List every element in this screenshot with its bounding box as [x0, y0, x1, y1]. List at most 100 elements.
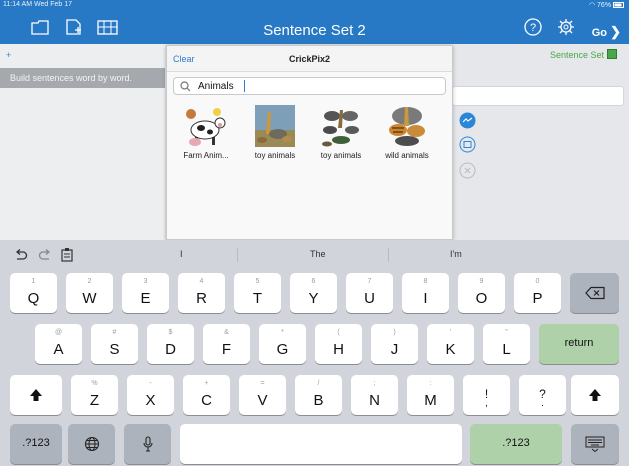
numbers-label: .?123: [22, 437, 50, 449]
key-secondary: 5: [255, 278, 260, 285]
key-g[interactable]: * G: [259, 324, 306, 364]
image-library-icon[interactable]: [459, 136, 476, 153]
sentence-field[interactable]: [452, 86, 624, 106]
help-icon[interactable]: ?: [523, 16, 543, 38]
globe-key[interactable]: [68, 424, 115, 464]
gear-icon[interactable]: [556, 16, 576, 38]
key-label: S: [109, 341, 120, 358]
suggestion-2[interactable]: The: [310, 249, 326, 259]
key-secondary: ": [505, 329, 508, 336]
wifi-icon: ◠: [588, 2, 598, 9]
backspace-icon: [584, 286, 605, 300]
status-indicators: ◠ 76%: [589, 1, 625, 9]
key-label: R: [196, 290, 207, 307]
picture-button-icon[interactable]: [459, 112, 476, 129]
key-secondary: &: [224, 329, 229, 336]
space-bar[interactable]: [180, 424, 462, 464]
key-label: J: [390, 341, 399, 358]
key-t[interactable]: 5T: [234, 273, 281, 313]
key-n[interactable]: ; N: [351, 375, 398, 415]
key-p[interactable]: 0P: [514, 273, 561, 313]
key-secondary: 6: [311, 278, 316, 285]
key-label: P: [532, 290, 543, 307]
key-z[interactable]: % Z: [71, 375, 118, 415]
redo-icon[interactable]: [38, 249, 52, 261]
suggestion-bar: I The I'm: [0, 240, 629, 270]
return-key[interactable]: return: [539, 324, 619, 364]
result-farm-animals[interactable]: Farm Anim...: [173, 104, 239, 160]
farm-animals-thumbnail: [186, 108, 226, 146]
numbers-key-right[interactable]: .?123: [470, 424, 562, 464]
key-secondary: %: [91, 380, 98, 387]
key-f[interactable]: & F: [203, 324, 250, 364]
key-b[interactable]: / B: [295, 375, 342, 415]
wild-animals-thumbnail: [389, 107, 425, 146]
shift-icon: [30, 389, 42, 401]
result-toy-animals[interactable]: toy animals: [242, 104, 308, 160]
sentence-set-label[interactable]: Sentence Set: [550, 50, 604, 60]
return-label: return: [564, 337, 594, 349]
key-q[interactable]: 1Q: [10, 273, 57, 313]
shift-key-right[interactable]: [571, 375, 619, 415]
microphone-icon: [142, 436, 153, 452]
result-wild-animals[interactable]: wild animals: [374, 104, 440, 160]
battery-icon: [613, 2, 624, 9]
key-label: B: [313, 392, 324, 409]
battery-percent: 76%: [597, 2, 612, 9]
key-label: L: [502, 341, 511, 358]
key-exclamation[interactable]: !,: [463, 375, 510, 415]
key-l[interactable]: " L: [483, 324, 530, 364]
search-input[interactable]: Animals: [173, 77, 446, 95]
key-secondary: ,: [485, 398, 488, 409]
globe-icon: [84, 436, 99, 452]
numbers-key-left[interactable]: .?123: [10, 424, 62, 464]
text-caret: [244, 80, 245, 92]
go-label: Go: [591, 27, 608, 39]
key-r[interactable]: 4R: [178, 273, 225, 313]
result-toy-animals-2[interactable]: toy animals: [308, 104, 374, 160]
key-x[interactable]: -X: [127, 375, 174, 415]
search-value: Animals: [198, 81, 234, 92]
dictation-key[interactable]: [124, 424, 171, 464]
suggestion-3[interactable]: I'm: [450, 249, 462, 259]
undo-icon[interactable]: [14, 249, 28, 261]
key-s[interactable]: # S: [91, 324, 138, 364]
key-label: F: [221, 341, 232, 358]
key-w[interactable]: 2W: [66, 273, 113, 313]
key-secondary: .: [541, 398, 544, 409]
remove-icon[interactable]: [459, 162, 476, 179]
key-label: O: [475, 290, 488, 307]
hide-keyboard-key[interactable]: [571, 424, 619, 464]
key-o[interactable]: 9O: [458, 273, 505, 313]
key-e[interactable]: 3E: [122, 273, 169, 313]
key-secondary: /: [317, 380, 320, 387]
shift-key-left[interactable]: [10, 375, 62, 415]
go-button[interactable]: Go ❯: [592, 24, 621, 40]
backspace-key[interactable]: [570, 273, 619, 313]
result-label: wild animals: [385, 151, 429, 160]
key-a[interactable]: @ A: [35, 324, 82, 364]
key-secondary: 8: [423, 278, 428, 285]
key-i[interactable]: 8I: [402, 273, 449, 313]
key-v[interactable]: = V: [239, 375, 286, 415]
key-k[interactable]: ' K: [427, 324, 474, 364]
paste-icon[interactable]: [61, 247, 74, 262]
key-secondary: ': [449, 329, 452, 336]
key-y[interactable]: 6Y: [290, 273, 337, 313]
key-secondary: #: [112, 329, 117, 336]
sentence-set-icon[interactable]: [607, 49, 617, 59]
key-secondary: 1: [31, 278, 36, 285]
key-j[interactable]: ) J: [371, 324, 418, 364]
key-secondary: @: [54, 329, 63, 336]
suggestion-1[interactable]: I: [180, 249, 183, 259]
key-d[interactable]: $ D: [147, 324, 194, 364]
key-label: W: [82, 290, 97, 307]
key-c[interactable]: + C: [183, 375, 230, 415]
key-question[interactable]: ?.: [519, 375, 566, 415]
key-secondary: 9: [479, 278, 484, 285]
key-m[interactable]: :M: [407, 375, 454, 415]
key-h[interactable]: (H: [315, 324, 362, 364]
add-button[interactable]: +: [6, 50, 11, 60]
key-u[interactable]: 7U: [346, 273, 393, 313]
key-label: H: [333, 341, 344, 358]
